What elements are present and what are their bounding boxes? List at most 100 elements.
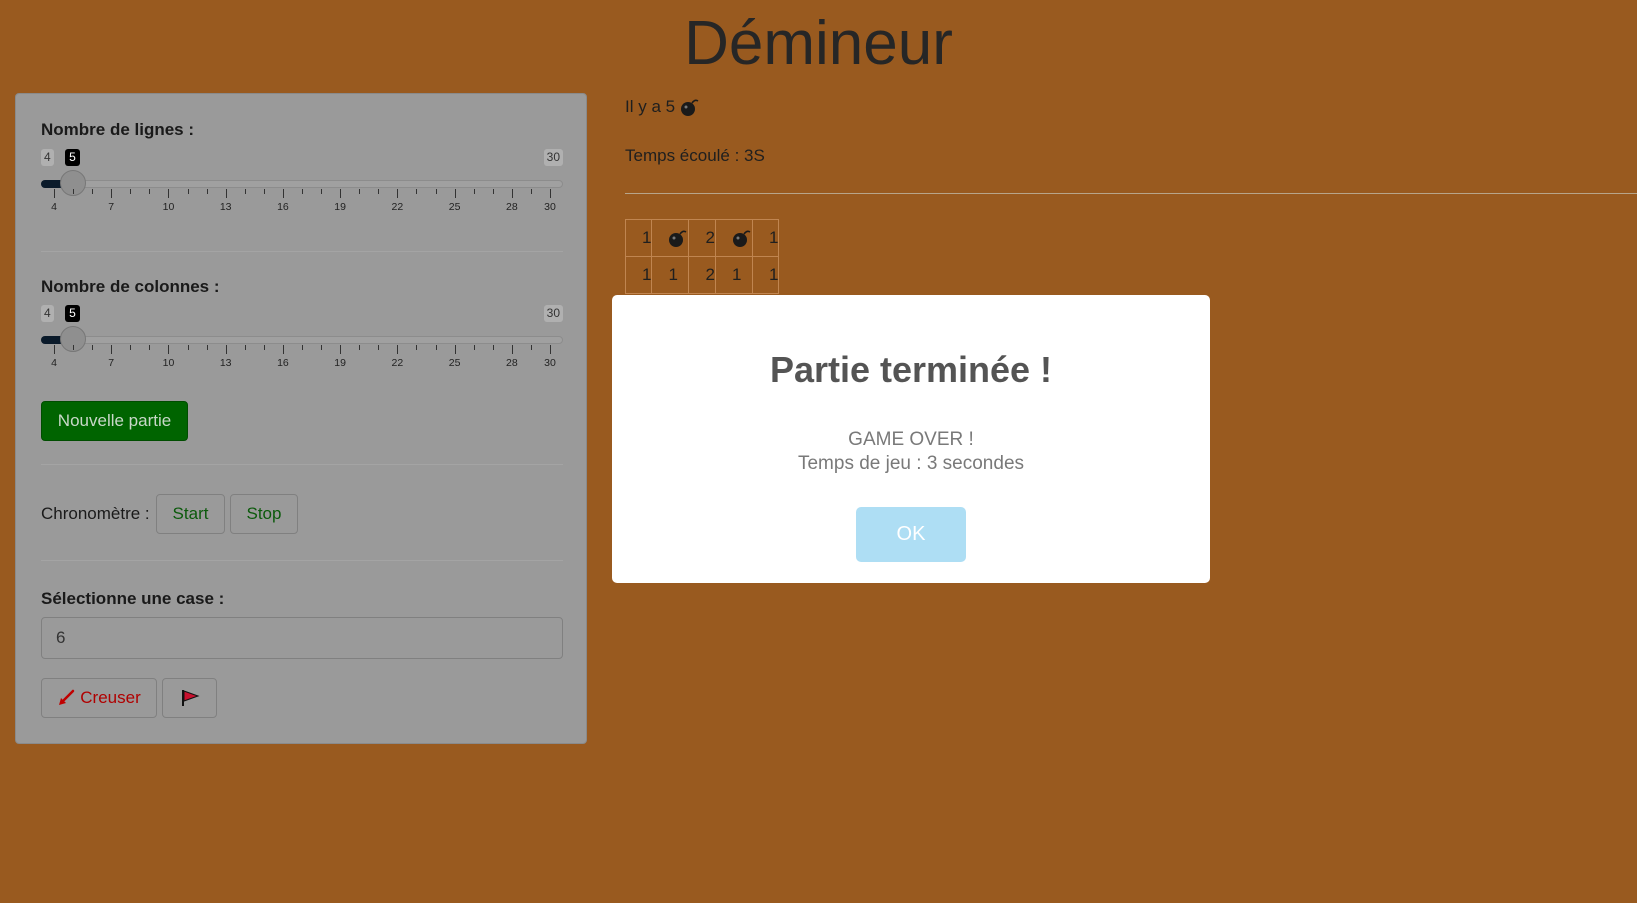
slider-tick (225, 189, 227, 198)
select-cell-label: Sélectionne une case : (41, 589, 225, 608)
slider-minor-tick (435, 345, 437, 350)
bomb-icon (732, 228, 752, 248)
slider-minor-tick (473, 345, 475, 350)
slider-tick-label: 4 (51, 201, 57, 213)
flag-button[interactable] (162, 678, 217, 718)
slider-minor-tick (302, 189, 303, 194)
slider-minor-tick (492, 189, 494, 194)
sidebar-panel: Nombre de lignes : 4 5 30 4 7 10 13 16 19 22 25… (15, 93, 587, 744)
board-cell-bomb[interactable] (651, 219, 690, 257)
slider-minor-tick (473, 189, 475, 194)
divider (41, 464, 563, 465)
slider-tick-label: 16 (277, 357, 289, 369)
slider-tick-label: 19 (334, 201, 346, 213)
cols-slider[interactable]: 4 5 30 4 7 10 13 16 19 22 25 28 30 (41, 305, 563, 375)
slider-tick (54, 345, 55, 354)
modal-title: Partie terminée ! (769, 349, 1053, 390)
slider-tick (511, 189, 513, 198)
slider-min-label: 4 (41, 149, 54, 166)
shovel-icon (57, 689, 75, 707)
bomb-icon (668, 228, 688, 248)
slider-tick-label: 10 (162, 201, 175, 213)
slider-minor-tick (73, 189, 75, 194)
slider-minor-tick (378, 345, 380, 350)
slider-minor-tick (416, 189, 418, 194)
slider-tick (168, 345, 170, 354)
slider-minor-tick (187, 345, 189, 350)
slider-tick-label: 7 (108, 357, 115, 369)
slider-tick (340, 189, 342, 198)
slider-tick-label: 30 (544, 201, 556, 213)
new-game-button[interactable]: Nouvelle partie (41, 401, 188, 441)
slider-tick (111, 345, 113, 354)
slider-minor-tick (416, 345, 418, 350)
slider-value-label: 5 (65, 149, 80, 166)
slider-minor-tick (206, 189, 208, 194)
slider-tick (454, 189, 456, 198)
slider-tick-label: 10 (162, 357, 175, 369)
slider-minor-tick (321, 345, 323, 350)
slider-tick-label: 16 (277, 201, 289, 213)
select-cell-input[interactable]: 6 (41, 617, 563, 659)
board-cell[interactable]: 1 (751, 256, 780, 294)
slider-tick (340, 345, 342, 354)
slider-tick-label: 13 (219, 357, 232, 369)
board-cell[interactable]: 1 (624, 256, 653, 294)
slider-track[interactable] (41, 180, 563, 188)
page-title: Démineur (684, 9, 953, 78)
slider-tick-label: 28 (506, 357, 518, 369)
chrono-label: Chronomètre : (41, 504, 150, 523)
board-cell[interactable]: 1 (751, 219, 780, 257)
slider-min-label: 4 (41, 305, 54, 322)
slider-minor-tick (92, 345, 94, 350)
board-cell-bomb[interactable] (714, 219, 753, 257)
slider-minor-tick (378, 189, 380, 194)
start-button[interactable]: Start (156, 494, 225, 534)
divider (41, 251, 563, 252)
bomb-icon (680, 97, 700, 117)
slider-track[interactable] (41, 336, 563, 344)
slider-minor-tick (321, 189, 323, 194)
slider-minor-tick (92, 189, 94, 194)
board-cell[interactable]: 2 (688, 256, 716, 294)
elapsed-time: Temps écoulé : 3S (625, 146, 765, 165)
slider-minor-tick (530, 345, 532, 350)
mine-count: Il y a 5 (625, 97, 700, 117)
modal-line-game-over: GAME OVER ! (848, 429, 974, 450)
ok-button[interactable]: OK (856, 507, 966, 562)
slider-value-label: 5 (65, 305, 80, 322)
slider-minor-tick (206, 345, 208, 350)
modal-text: GAME OVER ! Temps de jeu : 3 secondes (612, 428, 1210, 476)
dig-button[interactable]: Creuser (41, 678, 157, 718)
slider-minor-tick (73, 345, 75, 350)
rows-slider[interactable]: 4 5 30 4 7 10 13 16 19 22 25 28 30 (41, 149, 563, 219)
slider-tick (397, 189, 399, 198)
board-cell[interactable]: 2 (688, 219, 716, 257)
slider-tick (282, 189, 284, 198)
board-cell[interactable]: 1 (651, 256, 690, 294)
slider-tick-label: 4 (51, 357, 57, 369)
slider-minor-tick (530, 189, 532, 194)
slider-tick (54, 189, 55, 198)
divider (625, 193, 1637, 194)
slider-minor-tick (130, 189, 132, 194)
board-cell[interactable]: 1 (624, 219, 653, 257)
stop-button[interactable]: Stop (230, 494, 298, 534)
slider-minor-tick (359, 189, 361, 194)
slider-tick-label: 25 (448, 201, 461, 213)
board-cell[interactable]: 1 (714, 256, 753, 294)
slider-minor-tick (359, 345, 361, 350)
modal-line-play-time: Temps de jeu : 3 secondes (797, 453, 1025, 474)
slider-tick-label: 30 (544, 357, 556, 369)
slider-max-label: 30 (543, 305, 563, 322)
slider-tick (511, 345, 513, 354)
slider-tick-label: 25 (448, 357, 461, 369)
slider-tick (454, 345, 456, 354)
slider-minor-tick (492, 345, 494, 350)
slider-tick (550, 189, 551, 198)
slider-tick (397, 345, 399, 354)
cols-slider-label: Nombre de colonnes : (41, 277, 220, 296)
slider-tick-label: 13 (219, 201, 232, 213)
rows-slider-label: Nombre de lignes : (41, 120, 195, 139)
slider-ticks: 4 7 10 13 16 19 22 25 28 30 (41, 345, 563, 375)
